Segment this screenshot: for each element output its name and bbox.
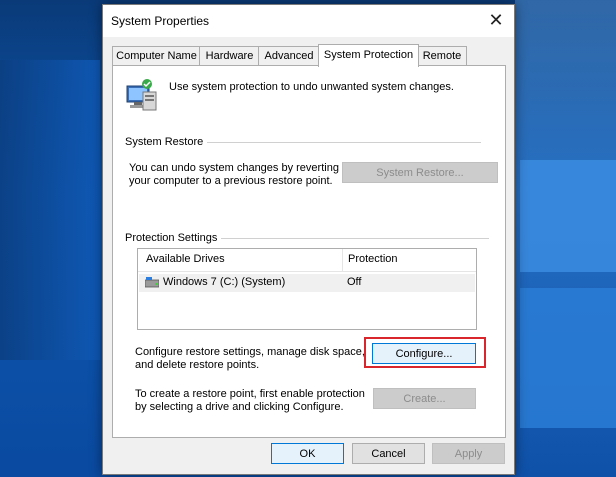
tab-remote[interactable]: Remote xyxy=(417,46,467,65)
apply-button[interactable]: Apply xyxy=(432,443,505,464)
desktop-logo-pane-bottom xyxy=(520,288,616,428)
system-restore-description-line: your computer to a previous restore poin… xyxy=(129,175,333,187)
configure-description-line: and delete restore points. xyxy=(135,359,260,371)
configure-description: Configure restore settings, manage disk … xyxy=(135,346,365,372)
system-restore-title: System Restore xyxy=(125,136,208,148)
system-restore-description-line: You can undo system changes by reverting xyxy=(129,162,339,174)
system-restore-button[interactable]: System Restore... xyxy=(342,162,498,183)
system-protection-panel: Use system protection to undo unwanted s… xyxy=(112,65,506,438)
column-separator xyxy=(342,249,343,271)
create-description: To create a restore point, first enable … xyxy=(135,388,365,414)
system-properties-dialog: System Properties ✕ Computer Name Hardwa… xyxy=(102,4,515,475)
hard-drive-icon xyxy=(145,277,159,288)
protection-settings-title: Protection Settings xyxy=(125,232,222,244)
section-divider xyxy=(201,142,481,143)
create-button[interactable]: Create... xyxy=(373,388,476,409)
cancel-button[interactable]: Cancel xyxy=(352,443,425,464)
tab-hardware[interactable]: Hardware xyxy=(199,46,260,65)
column-header-protection[interactable]: Protection xyxy=(348,253,398,265)
ok-button[interactable]: OK xyxy=(271,443,344,464)
close-icon: ✕ xyxy=(488,9,504,30)
drives-list[interactable]: Available Drives Protection Windows 7 (C… xyxy=(137,248,477,330)
system-protection-icon xyxy=(126,79,157,111)
section-divider xyxy=(219,238,489,239)
column-header-available-drives[interactable]: Available Drives xyxy=(146,253,225,265)
drive-name: Windows 7 (C:) (System) xyxy=(163,276,286,288)
drives-list-header: Available Drives Protection xyxy=(138,249,476,272)
close-button[interactable]: ✕ xyxy=(478,5,514,35)
desktop-logo-pane-top xyxy=(520,160,616,272)
tab-system-protection[interactable]: System Protection xyxy=(318,44,419,67)
drive-protection-status: Off xyxy=(347,276,362,288)
create-description-line: by selecting a drive and clicking Config… xyxy=(135,401,344,413)
configure-description-line: Configure restore settings, manage disk … xyxy=(135,346,365,358)
configure-button[interactable]: Configure... xyxy=(372,343,476,364)
tab-advanced[interactable]: Advanced xyxy=(258,46,320,65)
system-restore-description: You can undo system changes by reverting… xyxy=(129,162,339,188)
desktop-background-pane xyxy=(0,60,100,360)
tab-computer-name[interactable]: Computer Name xyxy=(112,46,201,65)
drive-row[interactable]: Windows 7 (C:) (System) Off xyxy=(139,274,475,292)
create-description-line: To create a restore point, first enable … xyxy=(135,388,365,400)
window-title: System Properties xyxy=(111,14,210,28)
intro-text: Use system protection to undo unwanted s… xyxy=(169,81,454,93)
title-bar: System Properties ✕ xyxy=(103,5,514,37)
